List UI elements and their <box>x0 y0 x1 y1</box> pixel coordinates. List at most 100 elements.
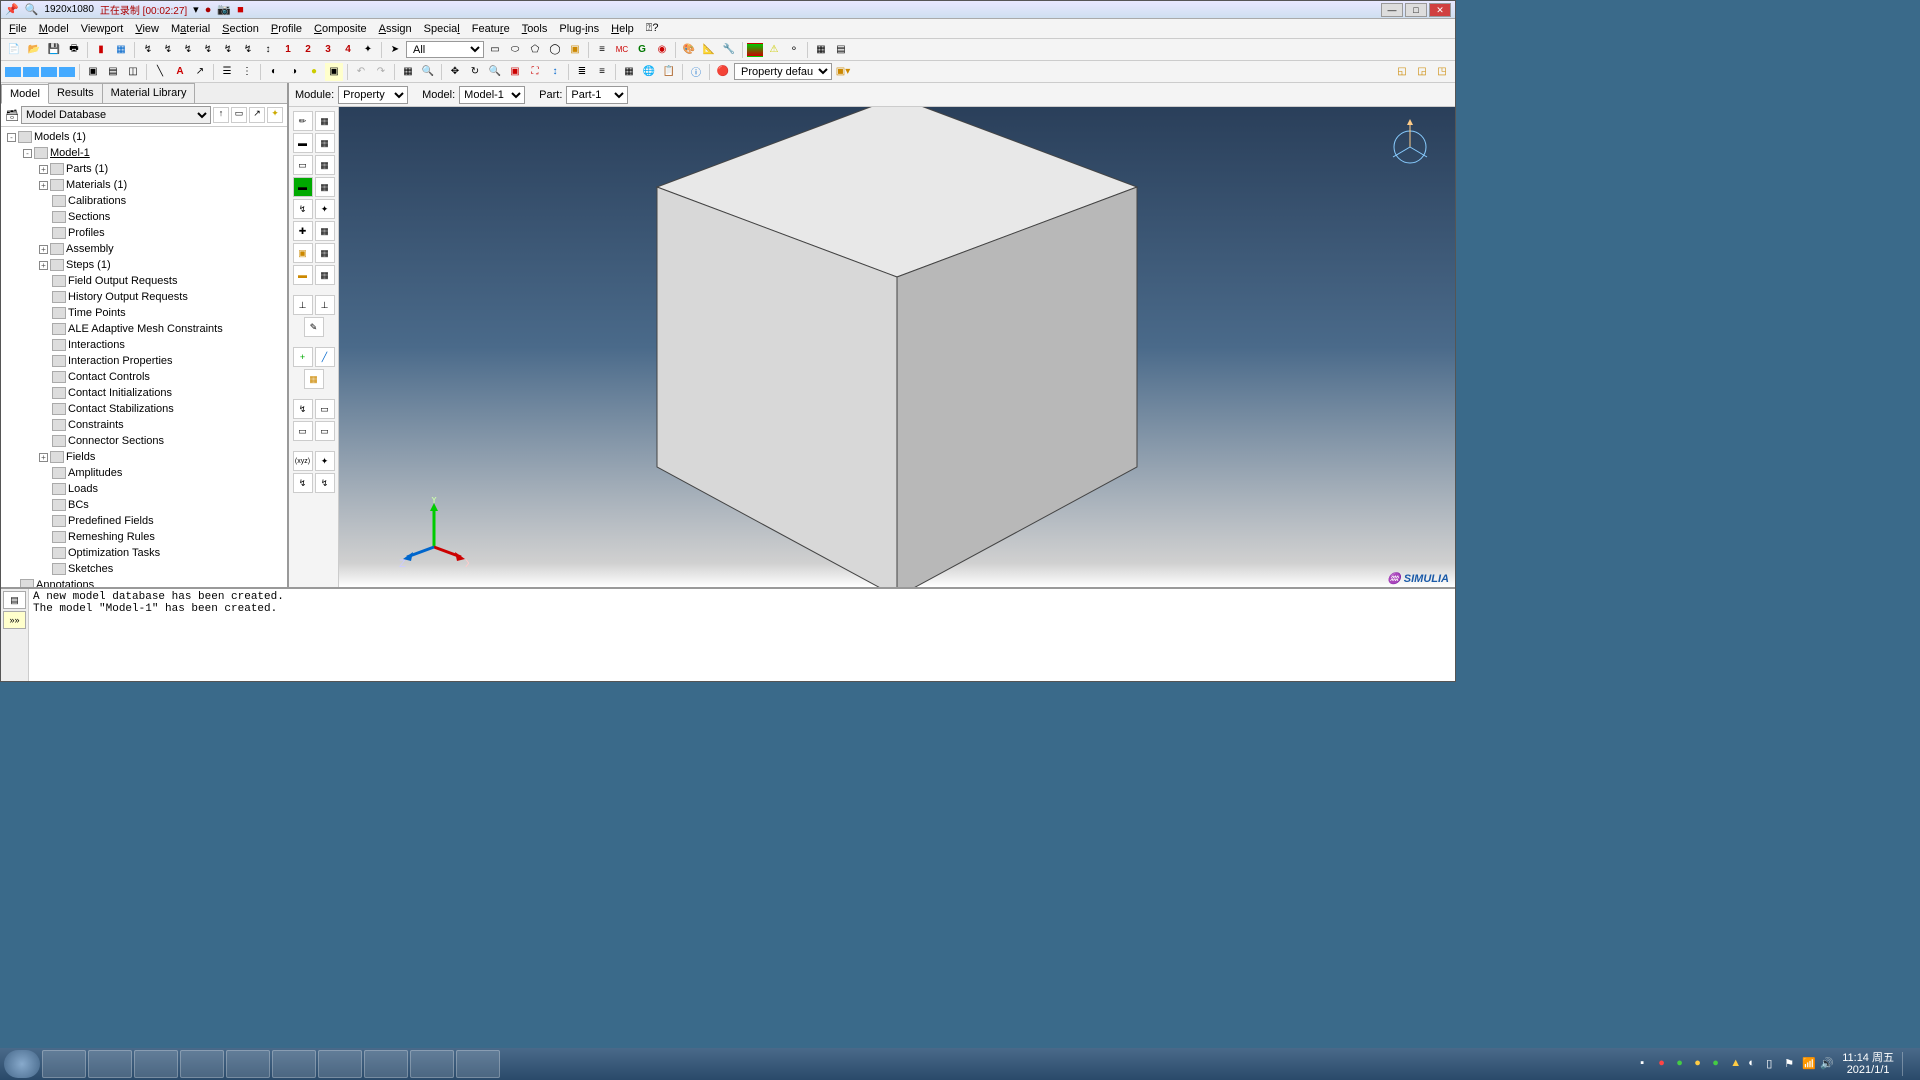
tool-partition-2-icon[interactable]: ▭ <box>315 399 335 419</box>
tree-item[interactable]: Loads <box>1 481 287 497</box>
taskbar-item-4[interactable] <box>180 1050 224 1078</box>
msg-tab-cmd-icon[interactable]: »» <box>3 611 26 629</box>
taskbar-item-1[interactable] <box>42 1050 86 1078</box>
tray-network-icon[interactable]: 📶 <box>1802 1057 1816 1071</box>
tool-beam-icon[interactable]: ⊥ <box>293 295 313 315</box>
fit-icon[interactable]: ▦ <box>399 63 417 81</box>
tree-item[interactable]: +Assembly <box>1 241 287 257</box>
tool-assign-section-icon[interactable]: ▭ <box>293 155 313 175</box>
menu-viewport[interactable]: Viewport <box>81 23 124 35</box>
menu-tools[interactable]: Tools <box>522 23 548 35</box>
color-cube-icon[interactable]: ▣▾ <box>834 63 852 81</box>
dropdown-icon[interactable]: ▾ <box>193 3 199 16</box>
taskbar-item-3[interactable] <box>134 1050 178 1078</box>
db-up-icon[interactable]: ↑ <box>213 107 229 123</box>
select-arrow-icon[interactable]: ➤ <box>386 41 404 59</box>
module-select[interactable]: Property <box>338 86 408 104</box>
menu-view[interactable]: View <box>135 23 159 35</box>
tray-icon-6[interactable]: ▲ <box>1730 1057 1744 1071</box>
tool-ref-1-icon[interactable]: ↯ <box>293 473 313 493</box>
render-1-icon[interactable] <box>5 67 21 77</box>
redo-icon[interactable]: ↷ <box>372 63 390 81</box>
tree-item[interactable]: Constraints <box>1 417 287 433</box>
poly-select-icon[interactable]: ⬠ <box>526 41 544 59</box>
search-icon[interactable]: 🔍 <box>25 3 39 16</box>
tool-ref-2-icon[interactable]: ↯ <box>315 473 335 493</box>
model-tree[interactable]: -Models (1)-Model-1+Parts (1)+Materials … <box>1 127 287 587</box>
tray-icon-7[interactable]: ◐ <box>1748 1057 1762 1071</box>
tool-orientation-icon[interactable]: ↯ <box>293 199 313 219</box>
menu-assign[interactable]: Assign <box>379 23 412 35</box>
tray-icon-8[interactable]: ▯ <box>1766 1057 1780 1071</box>
taskbar-item-2[interactable] <box>88 1050 132 1078</box>
pattern-icon[interactable]: ▦ <box>112 41 130 59</box>
menu-file[interactable]: File <box>9 23 27 35</box>
db-bulb-icon[interactable]: ✦ <box>267 107 283 123</box>
tree-item[interactable]: Interaction Properties <box>1 353 287 369</box>
msg-tab-log-icon[interactable]: ▤ <box>3 591 26 609</box>
grid-a-icon[interactable]: ▦ <box>812 41 830 59</box>
system-tray[interactable]: ▪ ● ● ● ● ▲ ◐ ▯ ⚑ 📶 🔊 11:14 周五 2021/1/1 <box>1640 1052 1916 1076</box>
menu-feature[interactable]: Feature <box>472 23 510 35</box>
csys-5-icon[interactable]: ↯ <box>219 41 237 59</box>
tool-datum-plane-icon[interactable]: ▦ <box>304 369 324 389</box>
stop-icon[interactable]: ■ <box>237 4 244 16</box>
query-icon[interactable]: 🔧 <box>720 41 738 59</box>
view-4-button[interactable]: 4 <box>339 41 357 59</box>
tool-orientation-mgr-icon[interactable]: ✦ <box>315 199 335 219</box>
db-nav-icon[interactable]: ↗ <box>249 107 265 123</box>
tree-item[interactable]: Annotations <box>1 577 287 587</box>
tool-section-manager-icon[interactable]: ▦ <box>315 133 335 153</box>
3d-viewport[interactable]: Y X Z ♒ SIMULIA <box>339 107 1455 587</box>
tool-stringer-mgr-icon[interactable]: ▦ <box>315 265 335 285</box>
list-1-icon[interactable]: ☰ <box>218 63 236 81</box>
doc-icon[interactable]: 📋 <box>660 63 678 81</box>
csys-2-icon[interactable]: ↯ <box>159 41 177 59</box>
zoom-window-icon[interactable]: 🔍 <box>419 63 437 81</box>
render-2-icon[interactable] <box>23 67 39 77</box>
view-tool-1-icon[interactable]: ▣ <box>84 63 102 81</box>
tree-item[interactable]: BCs <box>1 497 287 513</box>
tree-item[interactable]: +Materials (1) <box>1 177 287 193</box>
csys-6-icon[interactable]: ↯ <box>239 41 257 59</box>
tree-item[interactable]: Predefined Fields <box>1 513 287 529</box>
taskbar-item-8[interactable] <box>364 1050 408 1078</box>
tool-profile-icon[interactable]: ✎ <box>304 317 324 337</box>
grid-tool-icon[interactable]: ▦ <box>620 63 638 81</box>
expand-icon[interactable]: ⛶ <box>526 63 544 81</box>
context-help-icon[interactable]: ⍰? <box>646 22 659 35</box>
tool-create-section-icon[interactable]: ▬ <box>293 133 313 153</box>
tray-icon-4[interactable]: ● <box>1694 1057 1708 1071</box>
tab-model[interactable]: Model <box>1 84 49 104</box>
tool-rebar-icon[interactable]: ✚ <box>293 221 313 241</box>
persp-2-icon[interactable]: ◲ <box>1413 63 1431 81</box>
partition-icon[interactable]: ≡ <box>593 41 611 59</box>
close-button[interactable]: ✕ <box>1429 3 1451 17</box>
tree-item[interactable]: Field Output Requests <box>1 273 287 289</box>
tree-item[interactable]: ALE Adaptive Mesh Constraints <box>1 321 287 337</box>
circles-icon[interactable]: ⚬ <box>785 41 803 59</box>
tree-item[interactable]: Remeshing Rules <box>1 529 287 545</box>
palette-icon[interactable]: 🎨 <box>680 41 698 59</box>
shade-2-icon[interactable]: ◑ <box>285 63 303 81</box>
tool-csys-icon[interactable]: ✦ <box>315 451 335 471</box>
g-icon[interactable]: G <box>633 41 651 59</box>
render-4-icon[interactable] <box>59 67 75 77</box>
database-select[interactable]: Model Database <box>21 106 211 124</box>
tree-item[interactable]: Profiles <box>1 225 287 241</box>
annotate-line-icon[interactable]: ╲ <box>151 63 169 81</box>
shade-4-icon[interactable]: ▣ <box>325 63 343 81</box>
csys-1-icon[interactable]: ↯ <box>139 41 157 59</box>
shade-3-icon[interactable]: ● <box>305 63 323 81</box>
tray-icon-1[interactable]: ▪ <box>1640 1057 1654 1071</box>
camera-icon[interactable]: 📷 <box>217 3 231 16</box>
taskbar-item-10[interactable] <box>456 1050 500 1078</box>
tray-volume-icon[interactable]: 🔊 <box>1820 1057 1834 1071</box>
color-toggle-icon[interactable]: 🔴 <box>714 63 732 81</box>
warn-icon[interactable]: ⚠ <box>765 41 783 59</box>
menu-help[interactable]: Help <box>611 23 634 35</box>
grid-b-icon[interactable]: ▤ <box>832 41 850 59</box>
tool-datum-pt-icon[interactable]: + <box>293 347 313 367</box>
csys-axis-icon[interactable]: ↕ <box>259 41 277 59</box>
tool-partition-4-icon[interactable]: ▭ <box>315 421 335 441</box>
